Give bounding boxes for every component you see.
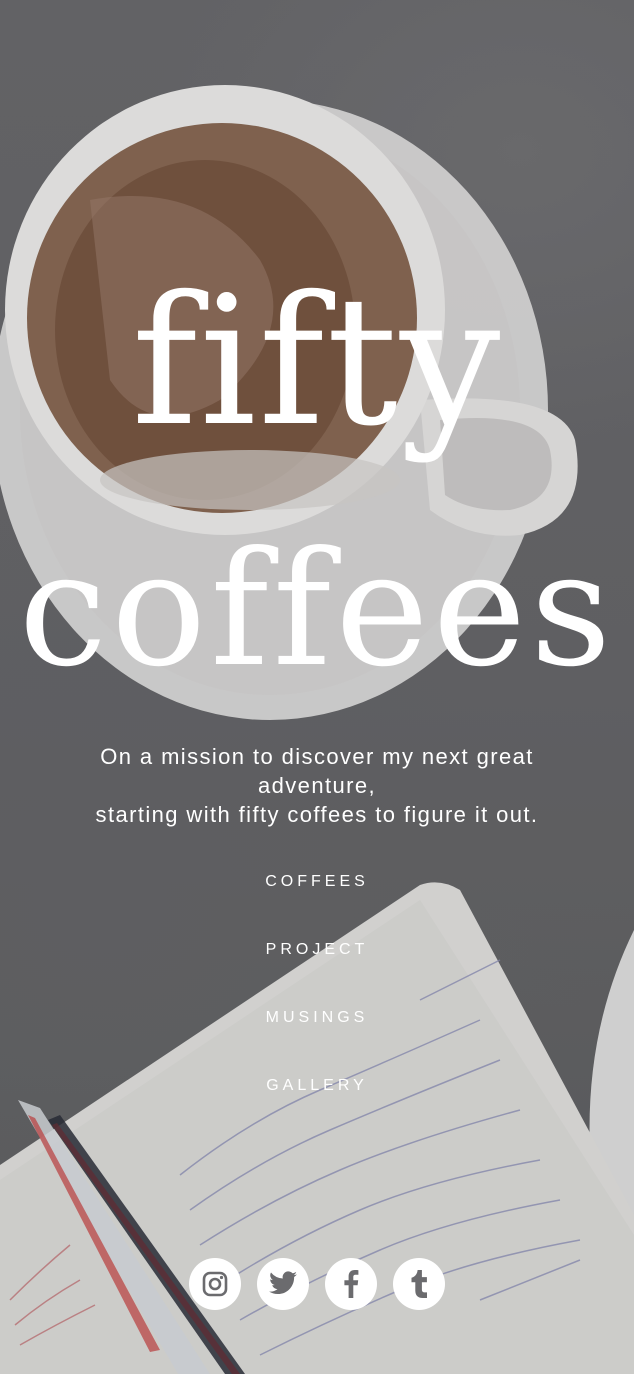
nav-link-project[interactable]: PROJECT <box>260 936 375 964</box>
facebook-icon <box>343 1270 359 1298</box>
instagram-icon <box>201 1270 229 1298</box>
facebook-button[interactable] <box>325 1258 377 1310</box>
tagline: On a mission to discover my next great a… <box>40 742 594 829</box>
tagline-line1: On a mission to discover my next great <box>100 744 534 769</box>
nav-link-coffees[interactable]: COFFEES <box>259 868 375 896</box>
nav-item-musings: MUSINGS <box>0 1004 634 1072</box>
tagline-line3: starting with fifty coffees to figure it… <box>95 802 539 827</box>
nav-item-gallery: GALLERY <box>0 1072 634 1140</box>
twitter-button[interactable] <box>257 1258 309 1310</box>
tumblr-button[interactable] <box>393 1258 445 1310</box>
site-title-line2[interactable]: coffees <box>0 520 634 700</box>
instagram-button[interactable] <box>189 1258 241 1310</box>
nav-link-gallery[interactable]: GALLERY <box>260 1072 374 1100</box>
nav-item-project: PROJECT <box>0 936 634 1004</box>
nav-item-coffees: COFFEES <box>0 868 634 936</box>
nav-link-musings[interactable]: MUSINGS <box>260 1004 375 1032</box>
twitter-icon <box>268 1271 298 1297</box>
main-nav: COFFEES PROJECT MUSINGS GALLERY <box>0 868 634 1140</box>
tagline-line2: adventure, <box>258 773 376 798</box>
tumblr-icon <box>410 1270 428 1298</box>
social-links <box>0 1258 634 1310</box>
site-title-line1[interactable]: fifty <box>0 262 634 462</box>
